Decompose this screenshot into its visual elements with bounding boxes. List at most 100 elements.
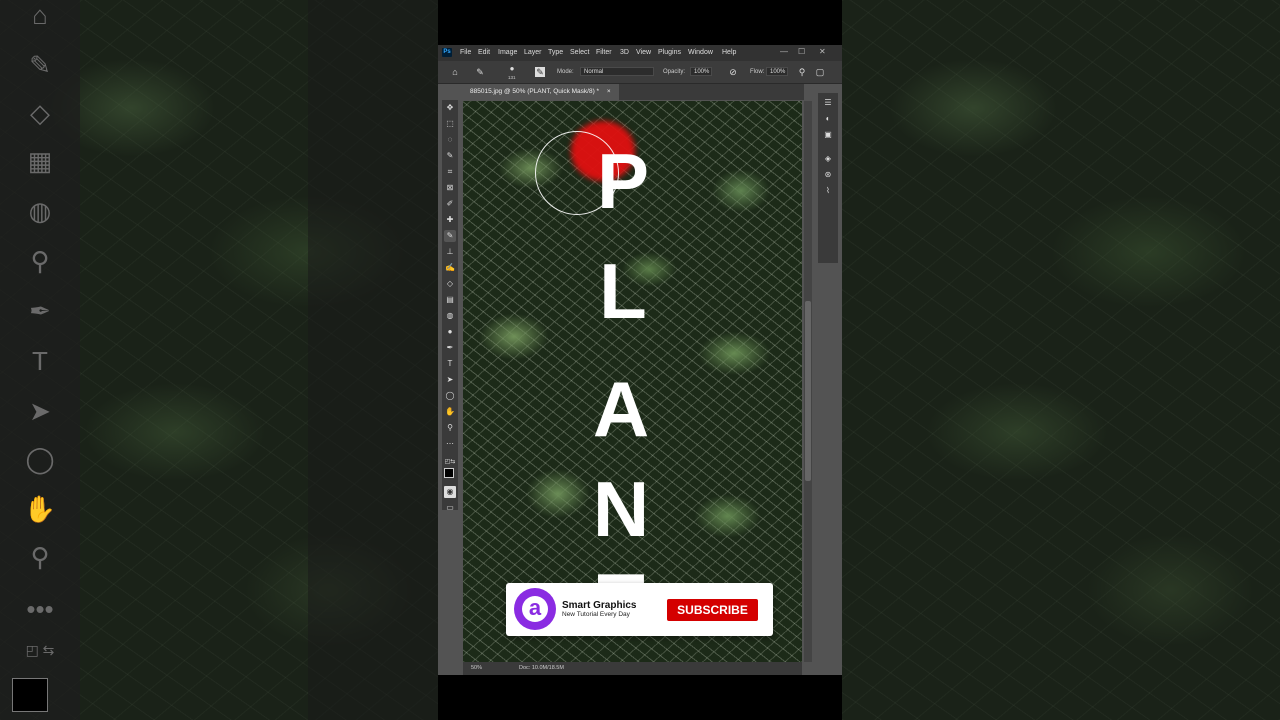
layers-icon[interactable]: ◈ — [822, 153, 834, 165]
dodge-icon: ⚲ — [30, 246, 50, 276]
panel-dock: ☰ ◐ ▣ ◈ ⊛ ⌇ — [818, 93, 838, 263]
swap-colors-icon[interactable]: ◰⇆ — [444, 456, 456, 468]
foreground-swatch — [12, 678, 48, 712]
eraser-icon: ◇ — [30, 98, 50, 128]
opacity-field[interactable]: 100% — [690, 67, 712, 76]
brush-icon[interactable]: ✎ — [444, 230, 456, 242]
canvas-letter-n: N — [592, 465, 650, 553]
history-brush-icon[interactable]: ✍ — [444, 262, 456, 274]
eyedropper-icon[interactable]: ✐ — [444, 198, 456, 210]
scrollbar-thumb[interactable] — [805, 301, 811, 481]
dodge-icon[interactable]: ● — [444, 326, 456, 338]
mode-label: Mode: — [557, 69, 574, 75]
subscribe-button[interactable]: SUBSCRIBE — [667, 599, 758, 621]
menu-bar: Ps File Edit Image Layer Type Select Fil… — [438, 45, 842, 61]
quick-select-icon[interactable]: ✎ — [444, 150, 456, 162]
document-tab-title: 885015.jpg @ 50% (PLANT, Quick Mask/8) * — [470, 88, 600, 95]
history-brush-icon: ✎ — [29, 50, 51, 80]
mode-select[interactable]: Normal — [580, 67, 654, 76]
vertical-scrollbar[interactable] — [804, 101, 812, 662]
minimize-button[interactable]: — — [780, 47, 788, 56]
pen-icon: ✒ — [29, 296, 51, 326]
document-tab[interactable]: 885015.jpg @ 50% (PLANT, Quick Mask/8) *… — [462, 84, 619, 100]
shape-icon[interactable]: ◯ — [444, 390, 456, 402]
brush-tip-icon[interactable]: ● — [506, 63, 518, 75]
paths-icon[interactable]: ⌇ — [822, 185, 834, 197]
color-icon[interactable]: ◐ — [822, 113, 834, 125]
stamp-icon: ⌂ — [32, 0, 48, 30]
workspace-icon[interactable]: ▢ — [814, 66, 826, 78]
doc-size: Doc: 10.0M/18.5M — [519, 665, 564, 671]
menu-plugins[interactable]: Plugins — [658, 49, 681, 56]
document-tab-bar: 885015.jpg @ 50% (PLANT, Quick Mask/8) *… — [462, 84, 804, 100]
background-left: ⌂ ✎ ◇ ▦ ◍ ⚲ ✒ T ➤ ◯ ✋ ⚲ ••• ◰ ⇆ — [0, 0, 438, 720]
menu-filter[interactable]: Filter — [596, 49, 612, 56]
zoom-icon: ⚲ — [30, 542, 50, 572]
close-button[interactable]: ✕ — [819, 47, 826, 56]
eraser-icon[interactable]: ◇ — [444, 278, 456, 290]
tools-panel: ✥ ⬚ ◌ ✎ ⌗ ⊠ ✐ ✚ ✎ ⊥ ✍ ◇ ▤ ◍ ● ✒ T ➤ ◯ ✋ … — [442, 100, 458, 512]
canvas-letter-l: L — [599, 247, 647, 335]
screen-mode-icon[interactable]: ▭ — [444, 502, 456, 514]
menu-view[interactable]: View — [636, 49, 651, 56]
menu-image[interactable]: Image — [498, 49, 517, 56]
background-right — [842, 0, 1280, 720]
shape-icon: ◯ — [25, 444, 55, 474]
canvas-letter-a: A — [592, 365, 650, 453]
adjust-icon[interactable]: ☰ — [822, 97, 834, 109]
channel-tagline: New Tutorial Every Day — [562, 611, 630, 618]
photoshop-window: Ps File Edit Image Layer Type Select Fil… — [438, 45, 842, 675]
swap-colors-icon: ◰ ⇆ — [25, 642, 55, 658]
menu-3d[interactable]: 3D — [620, 49, 629, 56]
zoom-icon[interactable]: ⚲ — [444, 422, 456, 434]
home-icon[interactable]: ⌂ — [449, 66, 461, 78]
menu-file[interactable]: File — [460, 49, 471, 56]
menu-select[interactable]: Select — [570, 49, 589, 56]
zoom-level[interactable]: 50% — [471, 665, 482, 671]
properties-icon[interactable]: ▣ — [822, 129, 834, 141]
menu-help[interactable]: Help — [722, 49, 736, 56]
gradient-icon[interactable]: ▤ — [444, 294, 456, 306]
pressure-opacity-icon[interactable]: ⊘ — [727, 66, 739, 78]
quick-mask-icon[interactable]: ◉ — [444, 486, 456, 498]
brush-settings-icon[interactable]: ✎ — [535, 67, 545, 77]
frame-icon[interactable]: ⊠ — [444, 182, 456, 194]
crop-icon[interactable]: ⌗ — [444, 166, 456, 178]
brush-preset-icon[interactable]: ✎ — [474, 66, 486, 78]
subscribe-card: a Smart Graphics New Tutorial Every Day … — [506, 583, 773, 636]
tab-close-icon[interactable]: × — [607, 88, 611, 95]
channel-logo: a — [514, 588, 556, 630]
flow-field[interactable]: 100% — [766, 67, 788, 76]
menu-type[interactable]: Type — [548, 49, 563, 56]
menu-window[interactable]: Window — [688, 49, 713, 56]
ghost-toolbar: ⌂ ✎ ◇ ▦ ◍ ⚲ ✒ T ➤ ◯ ✋ ⚲ ••• ◰ ⇆ — [0, 0, 80, 720]
options-bar: ⌂ ✎ ● 131 ✎ Mode: Normal Opacity: 100% ⊘… — [438, 61, 842, 84]
status-bar: 50% Doc: 10.0M/18.5M — [463, 662, 802, 675]
hand-icon[interactable]: ✋ — [444, 406, 456, 418]
blur-icon: ◍ — [28, 196, 52, 226]
pen-icon[interactable]: ✒ — [444, 342, 456, 354]
type-icon[interactable]: T — [444, 358, 456, 370]
channel-name: Smart Graphics — [562, 600, 637, 611]
stamp-icon[interactable]: ⊥ — [444, 246, 456, 258]
maximize-button[interactable]: ☐ — [798, 47, 805, 56]
healing-icon[interactable]: ✚ — [444, 214, 456, 226]
path-select-icon[interactable]: ➤ — [444, 374, 456, 386]
blur-icon[interactable]: ◍ — [444, 310, 456, 322]
marquee-icon[interactable]: ⬚ — [444, 118, 456, 130]
foreground-color[interactable] — [444, 468, 454, 478]
ghost-panel — [308, 0, 438, 720]
canvas[interactable]: P L A N T — [463, 101, 802, 662]
search-icon[interactable]: ⚲ — [796, 66, 808, 78]
lasso-icon[interactable]: ◌ — [444, 134, 456, 146]
more-icon: ••• — [26, 594, 54, 624]
channel-logo-letter: a — [522, 596, 548, 622]
menu-layer[interactable]: Layer — [524, 49, 542, 56]
hand-icon: ✋ — [23, 494, 57, 524]
more-icon[interactable]: ⋯ — [444, 438, 456, 450]
ps-logo: Ps — [442, 48, 452, 57]
move-icon[interactable]: ✥ — [444, 102, 456, 114]
path-select-icon: ➤ — [29, 396, 51, 426]
channels-icon[interactable]: ⊛ — [822, 169, 834, 181]
menu-edit[interactable]: Edit — [478, 49, 490, 56]
